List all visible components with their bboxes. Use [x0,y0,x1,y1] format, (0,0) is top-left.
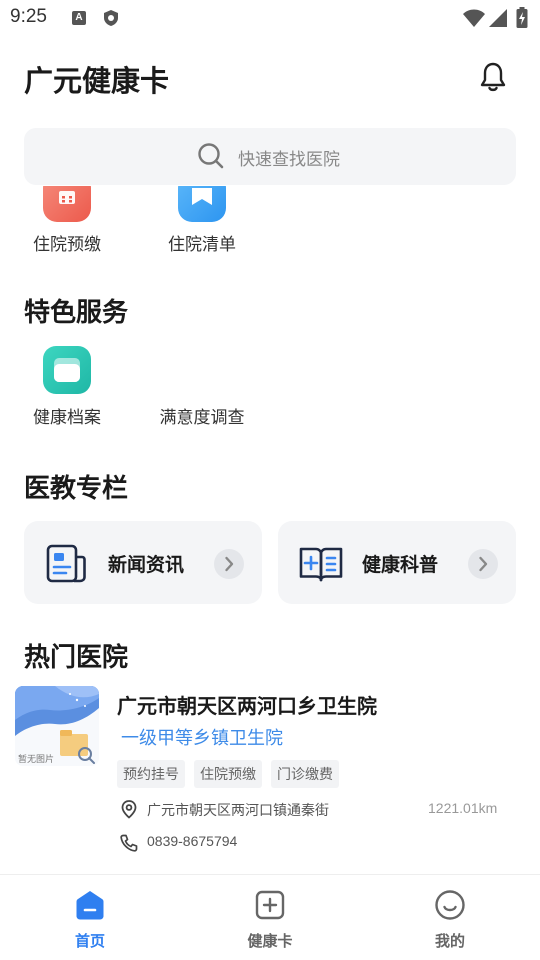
hospital-thumb-caption: 暂无图片 [18,755,55,765]
hospital-tag: 预约挂号 [117,760,185,788]
search-icon [198,143,224,169]
wifi-icon [463,9,485,27]
signal-icon [489,9,507,27]
status-bar: 9:25 A [0,0,540,36]
tab-label: 首页 [74,932,105,950]
page-title: 广元健康卡 [24,64,170,98]
hot-hospitals-title: 热门医院 [24,643,129,673]
bookmark-list-icon [178,186,226,222]
edu-card-news[interactable]: 新闻资讯 [24,521,262,604]
hospital-thumbnail: 暂无图片 [15,686,99,766]
tab-health-card[interactable]: 健康卡 [210,875,330,960]
folder-icon[interactable] [43,346,91,394]
edu-card-label: 新闻资讯 [108,554,185,576]
edu-title: 医教专栏 [24,474,129,504]
featured-item-health-record[interactable]: 健康档案 [7,403,127,428]
status-time: 9:25 [10,6,47,27]
hospital-tag: 门诊缴费 [271,760,339,788]
tab-label: 健康卡 [247,932,293,950]
hospital-tags: 预约挂号 住院预缴 门诊缴费 [117,760,339,788]
hospital-name: 广元市朝天区两河口乡卫生院 [117,694,377,718]
plus-card-icon [255,890,285,920]
hospital-distance: 1221.01km [428,800,498,816]
calendar-icon [43,186,91,222]
chevron-right-icon [468,549,498,579]
featured-title: 特色服务 [24,298,129,328]
featured-item-survey[interactable]: 满意度调查 [142,403,262,428]
a-badge-icon: A [72,11,86,25]
quick-item-label: 住院清单 [168,235,236,255]
battery-icon [516,7,528,28]
tab-mine[interactable]: 我的 [390,875,510,960]
shield-icon [104,10,118,26]
search-placeholder: 快速查找医院 [238,150,340,170]
edu-card-label: 健康科普 [362,554,439,576]
bell-icon[interactable] [478,61,508,93]
tab-label: 我的 [434,932,465,950]
hospital-phone[interactable]: 0839-8675794 [147,833,237,849]
search-input[interactable]: 快速查找医院 [24,128,516,185]
hospital-level: 一级甲等乡镇卫生院 [121,728,283,749]
hospital-tag: 住院预缴 [194,760,262,788]
tab-home[interactable]: 首页 [30,875,150,960]
quick-item-label: 住院预缴 [33,235,101,255]
location-pin-icon [121,800,137,819]
smile-icon [435,890,465,920]
home-icon [76,891,104,920]
chevron-right-icon [214,549,244,579]
book-plus-icon [299,547,343,582]
edu-card-science[interactable]: 健康科普 [278,521,516,604]
tab-bar: 首页 健康卡 我的 [0,874,540,960]
news-icon [46,544,86,583]
phone-icon [120,834,138,852]
hospital-address: 广元市朝天区两河口镇通秦街 [147,803,329,819]
quick-services: 住院预缴 住院清单 [0,186,540,266]
